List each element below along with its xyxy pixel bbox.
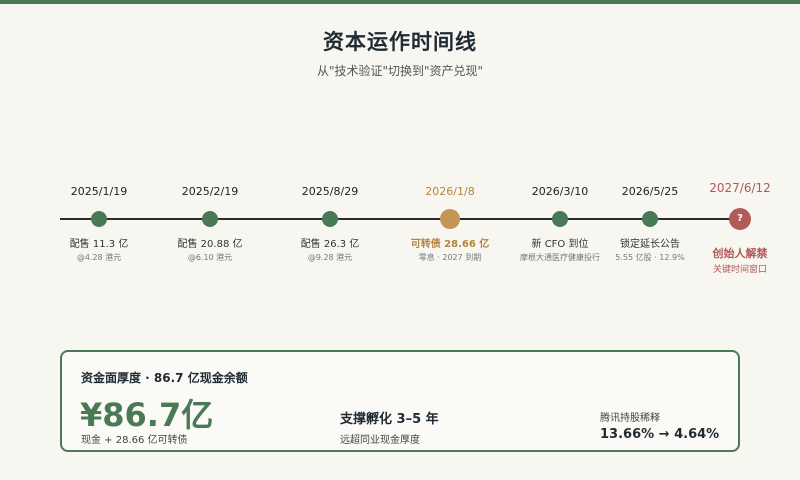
timeline-axis — [60, 218, 740, 220]
event-detail-2: @6.10 港元 — [187, 253, 233, 262]
runway-note: 远超同业现金厚度 — [340, 435, 420, 446]
question-mark-icon: ? — [729, 208, 751, 230]
event-date-4: 2026/1/8 — [425, 185, 475, 198]
top-accent-bar — [0, 0, 800, 4]
event-date-3: 2025/8/29 — [301, 185, 359, 198]
event-detail-7: 关键时间窗口 — [712, 265, 767, 275]
event-marker-6 — [642, 211, 658, 227]
event-marker-4 — [440, 209, 460, 229]
event-detail-3: @9.28 港元 — [307, 253, 353, 262]
event-label-7: 创始人解禁 — [712, 247, 768, 260]
dilution-value: 13.66% → 4.64% — [600, 427, 720, 442]
cash-amount-note: 现金 + 28.66 亿可转债 — [81, 435, 188, 446]
cash-amount: ¥86.7亿 — [80, 396, 214, 434]
runway-title: 支撑孵化 3–5 年 — [340, 412, 439, 427]
page-title: 资本运作时间线 — [323, 30, 477, 54]
event-date-1: 2025/1/19 — [70, 185, 128, 198]
event-label-3: 配售 26.3 亿 — [300, 239, 360, 250]
event-marker-3 — [322, 211, 338, 227]
dilution-label: 腾讯持股稀释 — [600, 413, 660, 424]
event-date-2: 2025/2/19 — [181, 185, 239, 198]
card-heading: 资金面厚度 · 86.7 亿现金余额 — [81, 371, 248, 385]
event-marker-2 — [202, 211, 218, 227]
event-date-7: 2027/6/12 — [709, 181, 771, 195]
event-marker-1 — [91, 211, 107, 227]
event-marker-5 — [552, 211, 568, 227]
summary-card: 资金面厚度 · 86.7 亿现金余额 ¥86.7亿 现金 + 28.66 亿可转… — [60, 350, 740, 452]
event-label-2: 配售 20.88 亿 — [177, 239, 243, 250]
page-subtitle: 从"技术验证"切换到"资产兑现" — [316, 64, 484, 78]
